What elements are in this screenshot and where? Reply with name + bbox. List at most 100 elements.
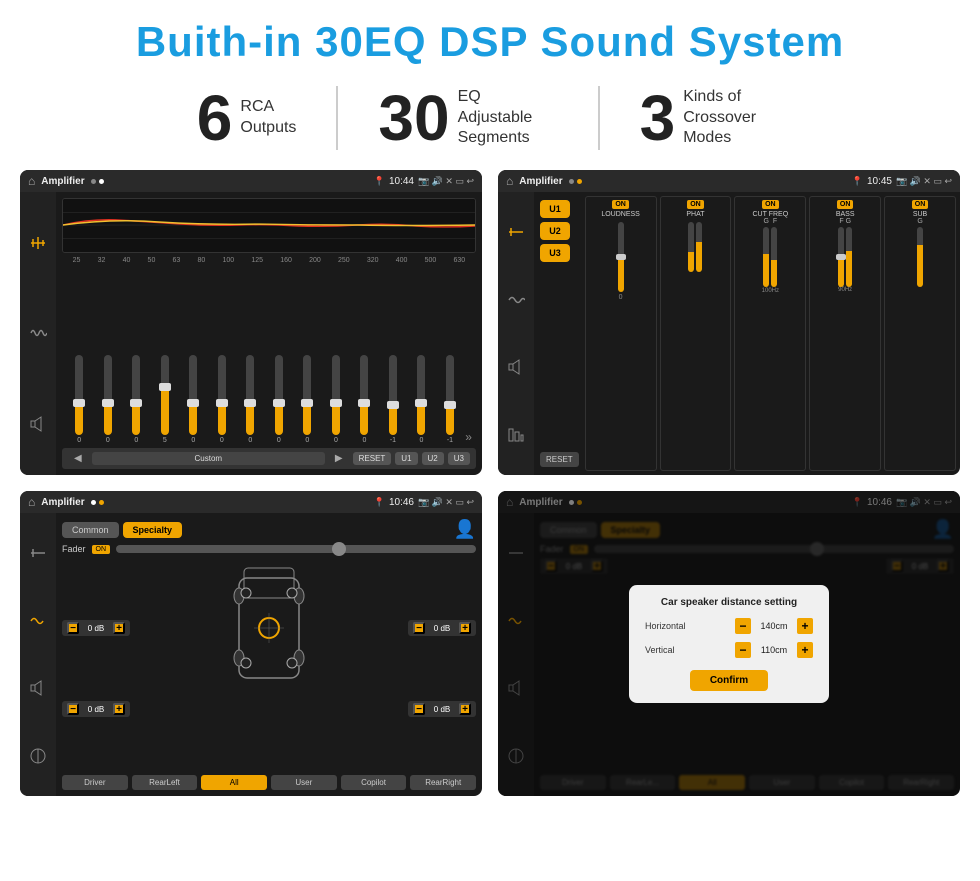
xover-time: 10:45 (867, 176, 892, 187)
vertical-row: Vertical − 110cm + (645, 642, 813, 658)
vol-rr-plus[interactable]: + (459, 703, 471, 715)
fader-body: Common Specialty 👤 Fader ON − (20, 513, 482, 796)
stat-crossover: 3 Kinds ofCrossover Modes (600, 86, 824, 150)
loudness-on-badge: ON (612, 200, 629, 209)
eq-slider-4[interactable]: 5 (152, 355, 179, 444)
speaker-row-1: − 0 dB + (62, 558, 476, 698)
next-preset-button[interactable]: ▶ (329, 451, 349, 466)
u2-preset-button[interactable]: U2 (540, 222, 570, 240)
driver-btn[interactable]: Driver (62, 775, 128, 790)
vol-rr: − 0 dB + (408, 701, 476, 717)
xover-eq-icon[interactable] (503, 219, 529, 245)
page-title: Buith-in 30EQ DSP Sound System (0, 0, 980, 76)
fader-track[interactable] (116, 545, 476, 553)
all-btn[interactable]: All (201, 775, 267, 790)
eq-slider-2[interactable]: 0 (95, 355, 122, 444)
xover-dot1 (569, 179, 574, 184)
prev-preset-button[interactable]: ◀ (68, 451, 88, 466)
dot1 (91, 179, 96, 184)
u3-preset-button[interactable]: U3 (540, 244, 570, 262)
user-btn[interactable]: User (271, 775, 337, 790)
common-tab[interactable]: Common (62, 522, 119, 538)
fader-wave-icon[interactable] (25, 608, 51, 634)
horizontal-control: − 140cm + (735, 618, 813, 634)
horizontal-plus-button[interactable]: + (797, 618, 813, 634)
bass-label: BASS (836, 211, 855, 218)
vol-fl: − 0 dB + (62, 620, 130, 636)
horizontal-label: Horizontal (645, 621, 686, 631)
eq-slider-12[interactable]: -1 (380, 355, 407, 444)
xover-home-icon: ⌂ (506, 174, 513, 188)
vol-rl-minus[interactable]: − (67, 703, 79, 715)
xover-dot2 (577, 179, 582, 184)
vol-fr-plus[interactable]: + (459, 622, 471, 634)
eq-slider-3[interactable]: 0 (123, 355, 150, 444)
vol-fr-minus[interactable]: − (413, 622, 425, 634)
sidebar-eq-icon[interactable] (25, 230, 51, 256)
stats-row: 6 RCAOutputs 30 EQ AdjustableSegments 3 … (0, 76, 980, 160)
stat-rca: 6 RCAOutputs (157, 86, 339, 150)
fader-speaker-icon[interactable] (25, 675, 51, 701)
fader-home-icon: ⌂ (28, 495, 35, 509)
xover-wave-icon[interactable] (503, 287, 529, 313)
u1-preset-button[interactable]: U1 (540, 200, 570, 218)
vol-rl-plus[interactable]: + (113, 703, 125, 715)
eq-screen: ⌂ Amplifier 📍 10:44 📷 🔊 ✕ ▭ ↩ (20, 170, 482, 475)
eq-slider-7[interactable]: 0 (237, 355, 264, 444)
vol-rr-minus[interactable]: − (413, 703, 425, 715)
xover-dots (569, 179, 582, 184)
fader-label-text: Fader (62, 544, 86, 554)
xover-status-right: 📍 10:45 📷 🔊 ✕ ▭ ↩ (852, 176, 952, 187)
eq-graph (62, 198, 476, 253)
vol-fl-minus[interactable]: − (67, 622, 79, 634)
u3-button[interactable]: U3 (448, 452, 470, 465)
xover-reset-btn[interactable]: RESET (540, 452, 579, 467)
reset-button[interactable]: RESET (353, 452, 392, 465)
u2-button[interactable]: U2 (422, 452, 444, 465)
eq-slider-9[interactable]: 0 (294, 355, 321, 444)
xover-app-title: Amplifier (519, 176, 562, 187)
eq-slider-11[interactable]: 0 (351, 355, 378, 444)
xover-sidebar (498, 192, 534, 475)
eq-icons: 📷 🔊 ✕ ▭ ↩ (418, 176, 474, 187)
dialog-title: Car speaker distance setting (645, 597, 813, 608)
horizontal-minus-button[interactable]: − (735, 618, 751, 634)
xover-balance-icon[interactable] (503, 422, 529, 448)
fader-balance-icon[interactable] (25, 743, 51, 769)
eq-status-bar: ⌂ Amplifier 📍 10:44 📷 🔊 ✕ ▭ ↩ (20, 170, 482, 192)
eq-bottom-bar: ◀ Custom ▶ RESET U1 U2 U3 (62, 448, 476, 469)
fader-eq-icon[interactable] (25, 540, 51, 566)
eq-slider-6[interactable]: 0 (209, 355, 236, 444)
eq-slider-1[interactable]: 0 (66, 355, 93, 444)
u1-button[interactable]: U1 (395, 452, 417, 465)
fader-control-row: Fader ON (62, 544, 476, 554)
bottom-buttons: Driver RearLeft All User Copilot RearRig… (62, 775, 476, 790)
vol-fl-plus[interactable]: + (113, 622, 125, 634)
confirm-button[interactable]: Confirm (690, 670, 768, 691)
fader-tabs: Common Specialty 👤 (62, 519, 476, 540)
scroll-arrows[interactable]: » (465, 430, 472, 444)
eq-time: 10:44 (389, 176, 414, 187)
xover-speaker-icon[interactable] (503, 354, 529, 380)
eq-slider-8[interactable]: 0 (266, 355, 293, 444)
preset-label: Custom (92, 452, 325, 465)
eq-slider-14[interactable]: -1 (437, 355, 464, 444)
eq-slider-13[interactable]: 0 (408, 355, 435, 444)
vol-fr: − 0 dB + (408, 620, 476, 636)
eq-slider-5[interactable]: 0 (180, 355, 207, 444)
xover-body: U1 U2 U3 RESET ON LOUDNESS (498, 192, 960, 475)
cutfreq-channel: ON CUT FREQ G F 100Hz (734, 196, 806, 471)
sidebar-wave-icon[interactable] (25, 320, 51, 346)
vertical-plus-button[interactable]: + (797, 642, 813, 658)
bass-on-badge: ON (837, 200, 854, 209)
copilot-btn[interactable]: Copilot (341, 775, 407, 790)
rearright-btn[interactable]: RearRight (410, 775, 476, 790)
fader-thumb (332, 542, 346, 556)
rearleft-btn[interactable]: RearLeft (132, 775, 198, 790)
vertical-minus-button[interactable]: − (735, 642, 751, 658)
specialty-tab[interactable]: Specialty (123, 522, 183, 538)
speaker-row-2: − 0 dB + − 0 dB + (62, 701, 476, 717)
sidebar-speaker-icon[interactable] (25, 411, 51, 437)
status-dots (91, 179, 104, 184)
eq-slider-10[interactable]: 0 (323, 355, 350, 444)
